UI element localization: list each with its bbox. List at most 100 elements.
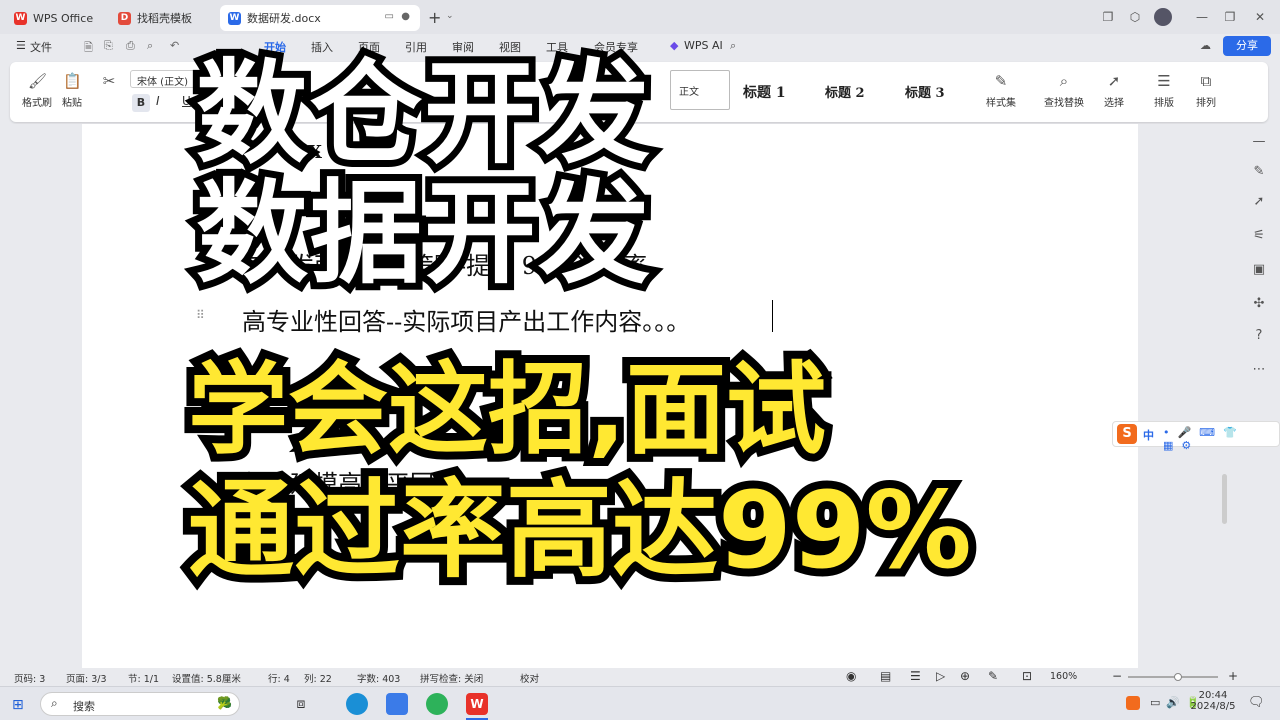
save-icon[interactable]: 🗎 xyxy=(84,39,93,58)
style-normal[interactable]: 正文 xyxy=(670,70,730,110)
brush-icon: 🖌 xyxy=(28,72,48,90)
clock-date: 2024/8/5 xyxy=(1190,701,1236,712)
style-heading-2[interactable]: 标题 2 xyxy=(825,82,865,101)
status-page: 页面: 3/3 xyxy=(66,674,107,685)
status-row: 行: 4 xyxy=(268,674,290,685)
windows-start-icon[interactable]: ⊞ xyxy=(12,697,24,713)
status-setting: 设置值: 5.8厘米 xyxy=(172,674,241,685)
fit-icon[interactable]: ⊡ xyxy=(1022,669,1032,683)
task-view-icon[interactable]: ⧈ xyxy=(290,693,312,715)
hamburger-icon[interactable]: ☰ xyxy=(16,39,26,52)
wps-ai-button[interactable]: WPS AI xyxy=(684,39,723,52)
more-icon[interactable]: ⋯ xyxy=(1251,362,1267,378)
status-page-code: 页码: 3 xyxy=(14,674,46,685)
wechat-icon[interactable] xyxy=(426,693,448,715)
export-icon[interactable]: ⎘ xyxy=(104,39,113,53)
status-spell[interactable]: 拼写检查: 关闭 xyxy=(420,671,483,685)
zoom-in-icon[interactable]: + xyxy=(1228,669,1238,683)
bold-button[interactable]: B xyxy=(132,94,150,112)
tab-docer[interactable]: D 找稻壳模板 xyxy=(110,5,216,31)
ime-tool-icons[interactable]: •🎤⌨👕▦⚙ xyxy=(1163,426,1279,452)
zoom-slider-thumb[interactable] xyxy=(1174,673,1182,681)
zoom-level[interactable]: 160% xyxy=(1050,671,1077,682)
zoom-slider[interactable] xyxy=(1128,676,1218,678)
style-set-label: 样式集 xyxy=(986,98,1016,109)
layout-label: 排版 xyxy=(1154,98,1174,109)
taskbar-search-label: 搜索 xyxy=(73,700,95,713)
layout-button[interactable]: ☰ 排版 xyxy=(1154,72,1174,109)
underline-button[interactable]: U xyxy=(182,94,191,108)
ime-toolbar[interactable]: S 中 •🎤⌨👕▦⚙ xyxy=(1112,421,1280,452)
overlay-yellow-2: 通过率高达99% xyxy=(180,469,980,592)
text-cursor xyxy=(772,300,773,332)
find-replace-button[interactable]: ⌕ 查找替换 xyxy=(1044,72,1084,109)
avatar[interactable] xyxy=(1154,8,1172,26)
cube-icon[interactable]: ⬡ xyxy=(1127,9,1143,25)
pen-icon[interactable]: ✎ xyxy=(988,669,998,683)
find-replace-label: 查找替换 xyxy=(1044,98,1084,109)
cut-button[interactable]: ✂ xyxy=(100,72,118,94)
edit-icon[interactable]: ✎ xyxy=(1251,164,1267,180)
tab-wps-office[interactable]: W WPS Office xyxy=(6,5,106,31)
status-words[interactable]: 字数: 403 xyxy=(357,671,400,685)
tab-label: 数据研发.docx xyxy=(247,12,321,25)
settings-sliders-icon[interactable]: ⚟ xyxy=(1251,228,1267,244)
style-set-button[interactable]: ✎ 样式集 xyxy=(986,72,1016,109)
drag-handle-icon[interactable]: ⠿ xyxy=(196,308,205,322)
undo-icon[interactable]: ↶ xyxy=(170,39,179,52)
notification-icon[interactable]: 🗨 xyxy=(1248,695,1265,710)
taskbar-clock[interactable]: 20:44 2024/8/5 xyxy=(1190,690,1236,712)
search-icon[interactable]: ⌕ xyxy=(730,39,736,53)
close-tab-icon[interactable]: ● xyxy=(401,11,410,22)
status-col: 列: 22 xyxy=(304,674,332,685)
play-icon[interactable]: ▷ xyxy=(936,669,945,683)
collapse-icon[interactable]: — xyxy=(1251,134,1267,150)
screen-icon[interactable]: ▭ xyxy=(385,11,394,22)
close-window-icon[interactable]: ✕ xyxy=(1252,9,1268,25)
image-icon[interactable]: ▣ xyxy=(1251,262,1267,278)
arrange-icon: ⧉ xyxy=(1200,72,1212,90)
minimize-icon[interactable]: — xyxy=(1194,9,1210,25)
zoom-out-icon[interactable]: − xyxy=(1112,669,1122,683)
select-button[interactable]: ➚ 选择 xyxy=(1104,72,1124,109)
style-heading-3[interactable]: 标题 3 xyxy=(905,82,945,101)
help-icon[interactable]: ? xyxy=(1251,328,1267,344)
share-label: 分享 xyxy=(1236,39,1258,52)
sogou-icon: S xyxy=(1117,424,1137,444)
overlay-title-1: 数仓开发 xyxy=(189,49,657,179)
cloud-icon[interactable]: ☁ xyxy=(1200,39,1211,52)
print-icon[interactable]: ⎙ xyxy=(126,39,135,53)
file-menu[interactable]: 文件 xyxy=(30,39,52,55)
chevron-down-icon[interactable]: ⌄ xyxy=(446,11,454,21)
status-bar: 页码: 3 页面: 3/3 节: 1/1 设置值: 5.8厘米 行: 4 列: … xyxy=(0,668,1280,686)
arrange-button[interactable]: ⧉ 排列 xyxy=(1196,72,1216,109)
share-button[interactable]: 分享 xyxy=(1223,36,1271,56)
italic-button[interactable]: I xyxy=(156,94,160,108)
style-heading-1[interactable]: 标题 1 xyxy=(743,82,786,102)
web-icon[interactable]: ⊕ xyxy=(960,669,970,683)
new-tab-button[interactable]: + xyxy=(428,8,441,27)
tray-sogou-icon[interactable] xyxy=(1126,696,1140,710)
title-bar: W WPS Office D 找稻壳模板 W 数据研发.docx ▭ ● + ⌄… xyxy=(0,0,1280,34)
outline-icon[interactable]: ☰ xyxy=(910,669,921,683)
scrollbar-thumb[interactable] xyxy=(1222,474,1227,524)
preview-icon[interactable]: ⌕ xyxy=(147,39,153,53)
wps-taskbar-icon[interactable]: W xyxy=(466,693,488,715)
window-mode-icon[interactable]: ❐ xyxy=(1100,9,1116,25)
paste-button[interactable]: 📋 粘贴 xyxy=(62,72,82,109)
ime-lang[interactable]: 中 xyxy=(1143,427,1154,443)
tab-document[interactable]: W 数据研发.docx ▭ ● xyxy=(220,5,420,31)
feishu-icon[interactable] xyxy=(386,693,408,715)
tools-icon[interactable]: ✣ xyxy=(1251,296,1267,312)
format-painter-button[interactable]: 🖌 格式刷 xyxy=(22,72,52,109)
edge-icon[interactable] xyxy=(346,693,368,715)
page-view-icon[interactable]: ▤ xyxy=(880,669,891,683)
status-proof[interactable]: 校对 xyxy=(520,671,539,685)
taskbar-search[interactable]: ⌕ 搜索 🥦 xyxy=(40,692,240,716)
word-doc-icon: W xyxy=(228,11,241,25)
eye-icon[interactable]: ◉ xyxy=(846,669,856,683)
cursor-icon[interactable]: ➚ xyxy=(1251,194,1267,210)
style-normal-label: 正文 xyxy=(679,87,699,98)
restore-icon[interactable]: ❐ xyxy=(1222,9,1238,25)
overlay-title-2: 数据开发 xyxy=(189,169,657,299)
